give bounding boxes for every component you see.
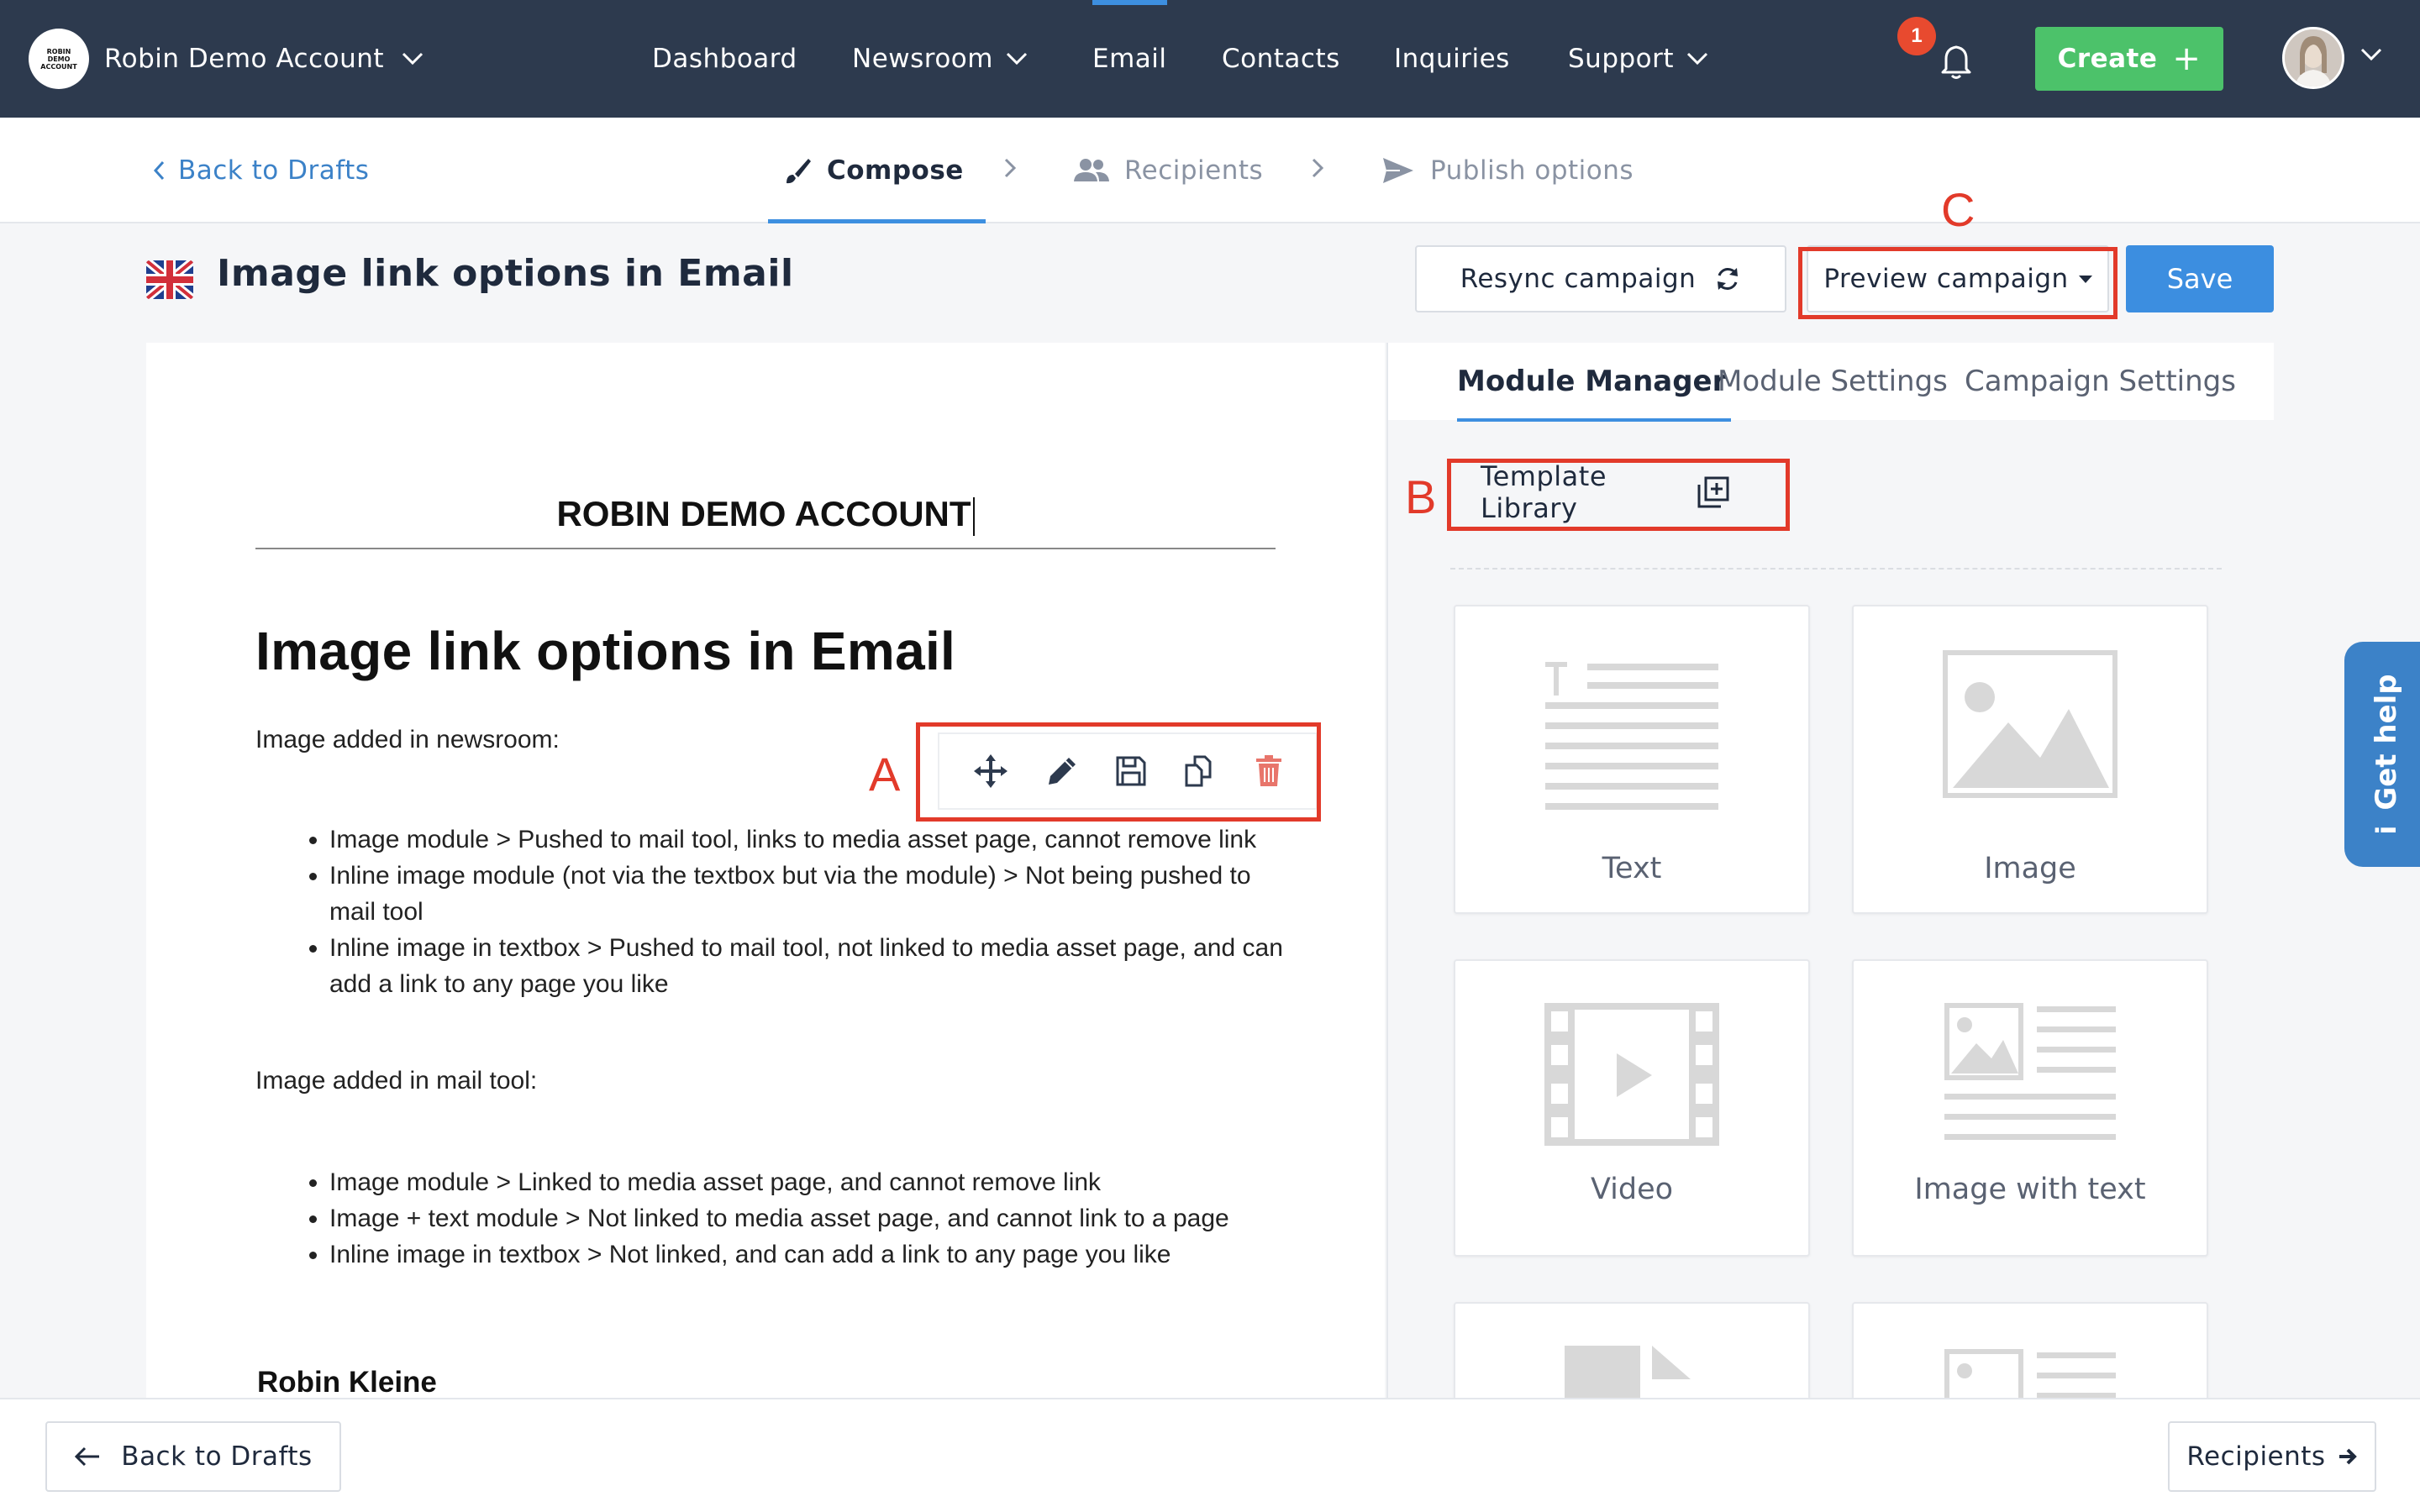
list-item: Inline image module (not via the textbox… (309, 858, 1296, 930)
nav-inquiries[interactable]: Inquiries (1394, 0, 1510, 118)
chevron-down-icon (401, 51, 424, 66)
nav-email[interactable]: Email (1092, 0, 1167, 118)
save-icon[interactable] (1115, 755, 1147, 787)
email-brand-header[interactable]: ROBIN DEMO ACCOUNT (255, 494, 1276, 536)
duplicate-icon[interactable] (1183, 753, 1218, 789)
email-paragraph[interactable]: Image added in mail tool: (255, 1067, 537, 1095)
nav-contacts[interactable]: Contacts (1222, 0, 1340, 118)
plus-icon: + (2172, 39, 2202, 78)
trash-icon[interactable] (1255, 754, 1283, 788)
footer-bar: Back to Drafts Recipients (0, 1398, 2420, 1512)
module-card[interactable] (1852, 1302, 2208, 1399)
email-signature[interactable]: Robin Kleine (257, 1366, 437, 1399)
nav-support[interactable]: Support (1568, 0, 1709, 118)
next-recipients-button[interactable]: Recipients (2168, 1421, 2376, 1492)
module-card-label: Video (1590, 1173, 1674, 1206)
divider (1450, 568, 2222, 570)
sync-icon (1714, 265, 1741, 292)
move-icon[interactable] (972, 753, 1009, 790)
text-cursor (972, 496, 975, 536)
notification-badge: 1 (1897, 17, 1936, 55)
top-navigation-bar: ROBIN DEMO ACCOUNT Robin Demo Account Da… (0, 0, 2420, 118)
email-bullet-list[interactable]: Image module > Linked to media asset pag… (309, 1164, 1296, 1273)
step-compose[interactable]: Compose (768, 118, 986, 223)
list-item: Inline image in textbox > Pushed to mail… (309, 930, 1296, 1002)
account-logo: ROBIN DEMO ACCOUNT (29, 29, 89, 89)
add-library-icon (1697, 476, 1729, 508)
nav-dashboard[interactable]: Dashboard (652, 0, 797, 118)
document-module-icon (1455, 1346, 1808, 1399)
module-card-text[interactable]: Text (1454, 605, 1810, 914)
compose-steps-bar: Back to Drafts Compose Recipients Publis… (0, 118, 2420, 223)
people-icon (1074, 158, 1109, 183)
module-card-video[interactable]: Video (1454, 959, 1810, 1257)
panel-tabs: Module Manager Module Settings Campaign … (1388, 343, 2274, 422)
module-toolbar (938, 732, 1318, 810)
list-item: Image + text module > Not linked to medi… (309, 1200, 1296, 1236)
annotation-label-b: B (1405, 470, 1437, 523)
module-card-label: Image (1984, 852, 2076, 885)
image-with-text-module-icon (1854, 1349, 2207, 1399)
account-switcher[interactable]: ROBIN DEMO ACCOUNT Robin Demo Account (29, 27, 424, 91)
pencil-icon[interactable] (1045, 754, 1079, 788)
tab-campaign-settings[interactable]: Campaign Settings (1965, 365, 2236, 398)
email-heading[interactable]: Image link options in Email (255, 620, 955, 682)
uk-flag-icon (146, 260, 193, 299)
user-avatar[interactable] (2282, 27, 2344, 89)
get-help-label: Get help (2370, 674, 2403, 811)
back-to-drafts-link[interactable]: Back to Drafts (153, 118, 369, 223)
back-to-drafts-button[interactable]: Back to Drafts (45, 1421, 341, 1492)
chevron-down-icon (1005, 51, 1028, 66)
chevron-right-icon (1003, 156, 1017, 180)
caret-down-icon (2078, 275, 2092, 283)
email-paragraph[interactable]: Image added in newsroom: (255, 726, 560, 754)
text-module-icon (1455, 659, 1808, 810)
template-library-button[interactable]: Template Library (1481, 460, 1729, 524)
module-card-image-with-text[interactable]: Image with text (1852, 959, 2208, 1257)
step-publish-options[interactable]: Publish options (1381, 118, 1634, 223)
image-with-text-module-icon (1854, 1003, 2207, 1146)
tab-module-settings[interactable]: Module Settings (1718, 365, 1948, 398)
email-bullet-list[interactable]: Image module > Pushed to mail tool, link… (309, 822, 1296, 1002)
bell-icon[interactable] (1934, 39, 1978, 82)
email-editor-canvas[interactable]: ROBIN DEMO ACCOUNT Image link options in… (146, 343, 1385, 1399)
module-card-label: Text (1602, 852, 1662, 885)
module-card-label: Image with text (1914, 1173, 2146, 1206)
list-item: Image module > Linked to media asset pag… (309, 1164, 1296, 1200)
chevron-down-icon (1686, 51, 1709, 66)
video-module-icon (1455, 1003, 1808, 1146)
save-button[interactable]: Save (2126, 245, 2274, 312)
create-button[interactable]: Create + (2035, 27, 2223, 91)
brush-icon (783, 156, 812, 185)
list-item: Inline image in textbox > Not linked, an… (309, 1236, 1296, 1273)
chevron-down-icon[interactable] (2360, 47, 2383, 62)
arrow-left-icon (74, 1446, 101, 1467)
module-card[interactable] (1454, 1302, 1810, 1399)
tab-module-manager[interactable]: Module Manager (1457, 365, 1732, 422)
page-title: Image link options in Email (217, 252, 794, 295)
nav-newsroom[interactable]: Newsroom (852, 0, 1028, 118)
account-name: Robin Demo Account (104, 44, 385, 74)
annotation-label-a: A (869, 748, 901, 801)
chevron-right-icon (1311, 156, 1324, 180)
annotation-label-c: C (1941, 183, 1975, 236)
info-icon: i (2370, 825, 2402, 835)
module-card-image[interactable]: Image (1852, 605, 2208, 914)
chevron-left-icon (153, 160, 165, 181)
list-item: Image module > Pushed to mail tool, link… (309, 822, 1296, 858)
divider (255, 548, 1276, 549)
step-recipients[interactable]: Recipients (1074, 118, 1263, 223)
resync-campaign-button[interactable]: Resync campaign (1415, 245, 1786, 312)
send-icon (1381, 156, 1415, 185)
arrow-right-icon (2338, 1447, 2358, 1466)
module-panel: Module Manager Module Settings Campaign … (1386, 343, 2274, 1399)
preview-campaign-dropdown[interactable]: Preview campaign (1807, 245, 2109, 312)
get-help-tab[interactable]: i Get help (2344, 642, 2420, 867)
image-module-icon (1854, 650, 2207, 798)
